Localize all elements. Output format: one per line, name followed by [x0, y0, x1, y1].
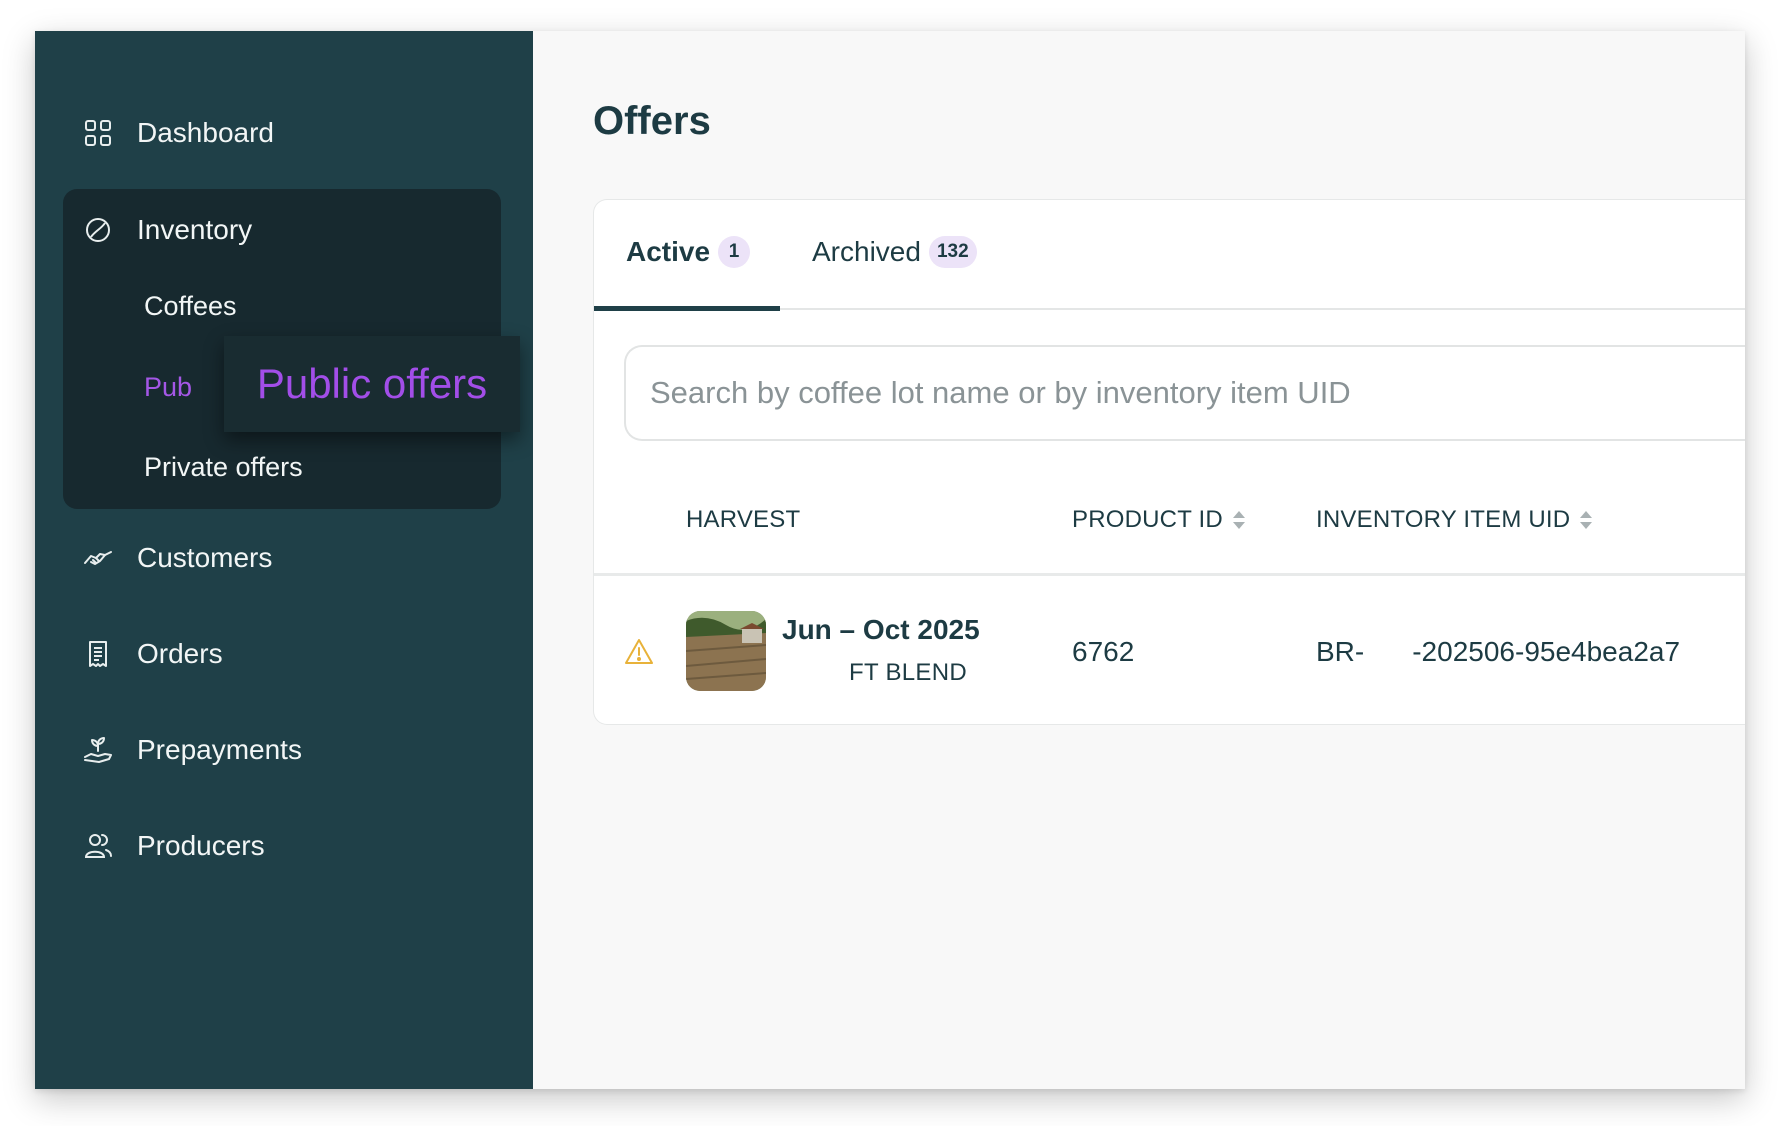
count-badge: 1 [718, 236, 751, 268]
warning-triangle-icon [625, 639, 653, 664]
inventory-uid-cell: BR- -202506-95e4bea2a7 [1316, 636, 1680, 668]
active-tab-indicator [594, 306, 780, 311]
column-header-harvest[interactable]: HARVEST [686, 506, 800, 534]
sidebar-item-dashboard[interactable]: Dashboard [83, 117, 274, 149]
sidebar-item-label: Customers [137, 542, 273, 573]
sidebar-item-inventory[interactable]: Inventory [83, 214, 252, 246]
sidebar-item-prepayments[interactable]: Prepayments [83, 734, 302, 766]
sidebar-item-label: Producers [137, 830, 265, 861]
hand-plant-icon [84, 737, 112, 763]
sidebar-item-producers[interactable]: Producers [83, 830, 265, 862]
sidebar-item-orders[interactable]: Orders [83, 638, 223, 670]
tab-archived[interactable]: Archived 132 [812, 236, 977, 268]
users-icon [84, 834, 112, 858]
column-header-label: INVENTORY ITEM UID [1316, 506, 1571, 533]
handshake-icon [84, 551, 112, 565]
coffee-bean-icon [86, 218, 110, 242]
harvest-date: Jun – Oct 2025 [782, 614, 980, 645]
offers-card: Active 1 Archived 132 HARVEST PRODUCT ID [593, 199, 1745, 725]
column-header-inventory-item-uid[interactable]: INVENTORY ITEM UID [1316, 506, 1594, 534]
column-header-label: HARVEST [686, 506, 801, 533]
sidebar-subitem-private-offers[interactable]: Private offers [144, 452, 303, 483]
receipt-icon [89, 641, 107, 667]
tab-active[interactable]: Active 1 [626, 236, 751, 268]
product-id-cell: 6762 [1072, 636, 1135, 667]
inventory-group: Inventory Coffees Pub Private offers Pub… [63, 189, 520, 509]
sidebar-item-customers[interactable]: Customers [83, 542, 272, 574]
column-header-product-id[interactable]: PRODUCT ID [1072, 506, 1247, 534]
sidebar: Dashboard Inventory Coffees Pub Private … [35, 31, 533, 1089]
sort-icon[interactable] [1231, 509, 1247, 531]
sidebar-subitem-public-offers[interactable]: Pub [144, 372, 192, 403]
page-title: Offers [593, 99, 711, 143]
tab-label: Active [626, 236, 711, 267]
harvest-thumbnail [686, 611, 766, 691]
sidebar-item-label: Orders [137, 638, 223, 669]
app-window: Dashboard Inventory Coffees Pub Private … [35, 31, 1745, 1089]
search-input[interactable] [624, 345, 1745, 441]
harvest-name: FT BLEND [849, 659, 967, 686]
uid-prefix: BR- [1316, 636, 1365, 667]
grid-icon [85, 120, 111, 146]
table-header: HARVEST PRODUCT ID INVENTORY ITEM UID [594, 450, 1745, 576]
column-header-label: PRODUCT ID [1072, 506, 1223, 533]
table-row[interactable]: Jun – Oct 2025 FT BLEND 6762 BR- -202506-… [594, 576, 1745, 724]
uid-suffix: -202506-95e4bea2a7 [1412, 636, 1681, 667]
sidebar-subitem-coffees[interactable]: Coffees [144, 291, 237, 322]
count-badge: 132 [928, 236, 977, 268]
sort-icon[interactable] [1578, 509, 1594, 531]
sidebar-item-label: Prepayments [137, 734, 302, 765]
sidebar-item-label: Dashboard [137, 117, 274, 148]
main-content: Offers Active 1 Archived 132 HARVEST [533, 31, 1745, 1089]
tooltip-public-offers: Public offers [224, 336, 520, 432]
sidebar-item-label: Inventory [137, 214, 253, 245]
tab-bar: Active 1 Archived 132 [594, 200, 1745, 311]
tab-label: Archived [812, 236, 921, 267]
